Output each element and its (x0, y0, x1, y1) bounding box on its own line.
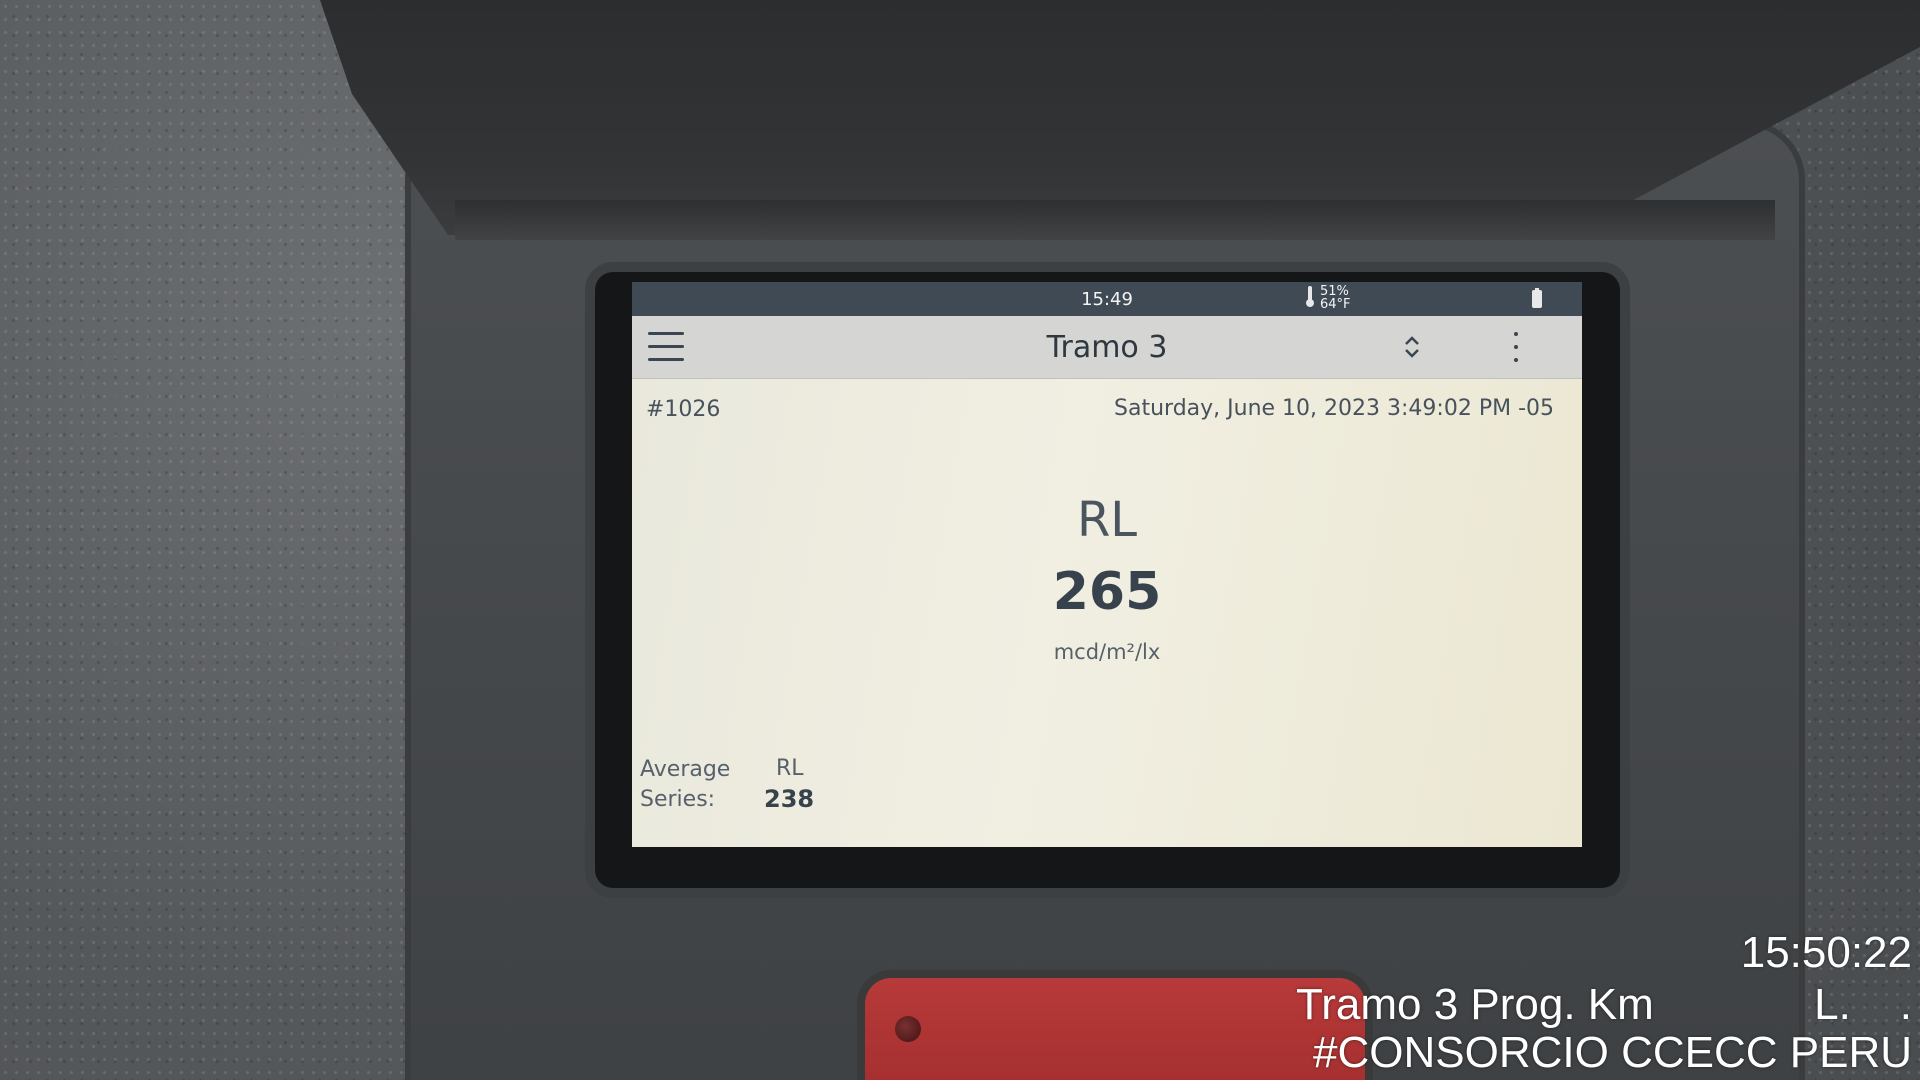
temperature-value: 64°F (1320, 297, 1351, 312)
metric-unit: mcd/m²/lx (1053, 640, 1161, 664)
app-bar: Tramo 3 (632, 316, 1582, 379)
series-label: Series: (640, 787, 716, 812)
status-bar: 15:49 51% 64°F (632, 282, 1582, 316)
record-number: #1026 (646, 397, 721, 422)
average-value: 238 (764, 785, 815, 813)
sun-hood-rim (455, 200, 1775, 240)
status-time: 15:49 (1081, 289, 1133, 310)
chevron-up-down-icon[interactable] (1402, 334, 1422, 360)
page-title: Tramo 3 (1046, 330, 1168, 365)
overlay-tag: #CONSORCIO CCECC PERU (1313, 1028, 1912, 1077)
overlay-timestamp: 15:50:22 (1740, 928, 1912, 977)
device-screen: 15:49 51% 64°F Tramo 3 #1026 Saturday, J… (632, 282, 1582, 847)
average-metric-name: RL (776, 756, 804, 781)
photo-scene: 15:49 51% 64°F Tramo 3 #1026 Saturday, J… (0, 0, 1920, 1080)
thermometer-icon (1306, 286, 1314, 307)
metric-name: RL (1076, 492, 1138, 548)
overlay-location: Tramo 3 Prog. Km L. . (1296, 980, 1912, 1030)
metric-value: 265 (1052, 562, 1162, 622)
average-label: Average (640, 757, 731, 782)
overlay-location-text: Tramo 3 Prog. Km (1296, 980, 1654, 1029)
trigger-button[interactable] (865, 978, 1365, 1080)
battery-icon (1532, 288, 1542, 308)
more-options-icon[interactable] (1512, 330, 1520, 366)
overlay-location-suffix: L. . (1814, 980, 1912, 1029)
record-timestamp: Saturday, June 10, 2023 3:49:02 PM -05 (1114, 396, 1554, 421)
screw-icon (895, 1016, 921, 1042)
